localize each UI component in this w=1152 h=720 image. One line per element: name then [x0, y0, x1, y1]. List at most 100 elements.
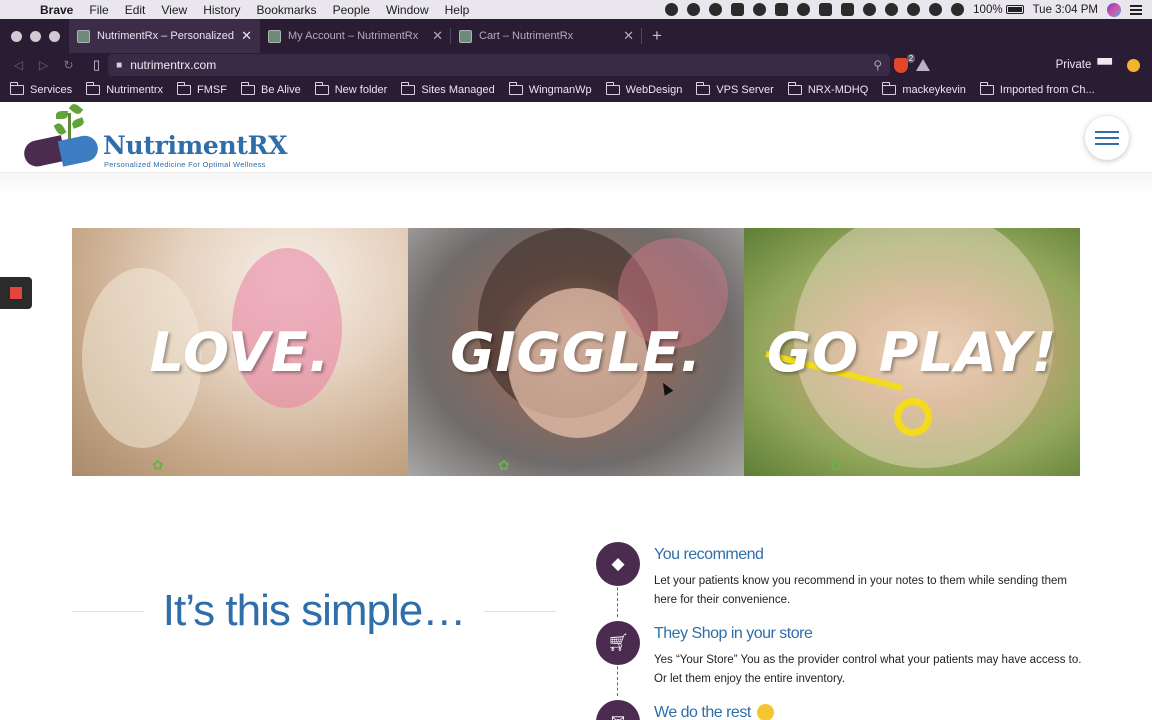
siri-icon[interactable]	[1107, 2, 1121, 17]
site-favicon-icon	[77, 29, 90, 43]
close-tab-icon[interactable]: ✕	[623, 28, 634, 44]
private-window-indicator[interactable]: Private ▀▀	[1055, 58, 1152, 72]
menu-line	[1095, 143, 1119, 145]
rewards-coin-icon[interactable]	[1127, 58, 1140, 72]
tab-nutrimentrx-home[interactable]: NutrimentRx – Personalized Med ✕	[69, 19, 260, 53]
zoom-icon[interactable]: ⚲	[873, 58, 882, 72]
sync-icon[interactable]	[709, 3, 723, 16]
menu-line	[1095, 131, 1119, 133]
bookmark-label: mackeykevin	[902, 83, 966, 96]
dropbox-icon[interactable]	[819, 3, 833, 16]
minimize-window-button[interactable]	[30, 30, 41, 42]
close-tab-icon[interactable]: ✕	[432, 28, 443, 44]
bluetooth-icon[interactable]	[907, 3, 921, 16]
menu-bookmarks[interactable]: Bookmarks	[249, 3, 325, 17]
bookmark-label: WebDesign	[625, 83, 683, 96]
mail-m-icon[interactable]	[775, 3, 789, 16]
airplay-icon[interactable]	[841, 3, 855, 16]
address-bar[interactable]: ■ nutrimentrx.com ⚲	[108, 54, 891, 76]
bookmark-folder-wingmanwp[interactable]: WingmanWp	[508, 81, 592, 96]
intro-title: It’s this simple…	[162, 586, 467, 635]
menu-line	[1095, 137, 1119, 139]
bookmark-folder-webdesign[interactable]: WebDesign	[605, 81, 683, 96]
tab-my-account[interactable]: My Account – NutrimentRx ✕	[260, 19, 451, 53]
control-center-icon[interactable]	[1130, 4, 1142, 15]
battery-status[interactable]: 100%	[973, 4, 1024, 16]
cloud-icon[interactable]	[797, 3, 811, 16]
browser-toolbar: ◁ ▷ ↻ ▯ ■ nutrimentrx.com ⚲ 2 Private ▀▀	[0, 53, 1152, 77]
url-text[interactable]: nutrimentrx.com	[130, 58, 865, 72]
hero-panel-go-play: GO PLAY! ✿	[744, 228, 1080, 476]
bookmark-folder-nutrimentrx[interactable]: Nutrimentrx	[86, 81, 164, 96]
app-menu[interactable]: Brave	[32, 3, 81, 17]
spotlight-search-icon[interactable]	[863, 3, 877, 16]
menu-file[interactable]: File	[81, 3, 116, 17]
bookmark-folder-nrx-mdhq[interactable]: NRX-MDHQ	[787, 81, 868, 96]
sprig-icon: ✿	[830, 457, 842, 473]
zoom-window-button[interactable]	[49, 30, 60, 42]
new-tab-button[interactable]: +	[652, 26, 662, 46]
shield-count-badge: 2	[906, 53, 916, 63]
reload-icon[interactable]: ↻	[56, 58, 81, 72]
site-header: NutrimentRX Personalized Medicine For Op…	[0, 102, 1152, 172]
bookmark-label: New folder	[334, 83, 388, 96]
menu-help[interactable]: Help	[437, 3, 478, 17]
forward-icon[interactable]: ▷	[31, 58, 56, 72]
brave-shields-icon[interactable]: 2	[894, 53, 916, 73]
bookmark-page-icon[interactable]: ▯	[93, 57, 100, 73]
hamburger-menu-button[interactable]	[1085, 116, 1129, 160]
sprig-icon: ✿	[498, 457, 510, 473]
bookmark-folder-new-folder[interactable]: New folder	[314, 81, 388, 96]
back-icon[interactable]: ◁	[6, 58, 31, 72]
wifi-icon[interactable]	[929, 3, 943, 16]
accessibility-icon[interactable]	[753, 3, 767, 16]
bookmark-label: Services	[30, 83, 73, 96]
folder-icon	[401, 81, 416, 95]
clock[interactable]: Tue 3:04 PM	[1033, 4, 1098, 16]
bookmark-folder-sites-managed[interactable]: Sites Managed	[401, 81, 495, 96]
bookmark-folder-vps-server[interactable]: VPS Server	[696, 81, 774, 96]
diamond-icon: ◆	[596, 542, 640, 586]
intro-section: It’s this simple…	[72, 586, 556, 636]
menu-edit[interactable]: Edit	[117, 3, 154, 17]
eyedropper-icon[interactable]	[731, 3, 745, 16]
folder-icon	[86, 81, 101, 95]
private-label: Private	[1055, 59, 1092, 71]
screen-recorder-widget[interactable]	[0, 277, 32, 309]
brave-rewards-icon[interactable]	[916, 59, 931, 71]
site-logo[interactable]: NutrimentRX Personalized Medicine For Op…	[21, 102, 292, 171]
stop-record-icon[interactable]	[10, 287, 22, 299]
logo-tagline: Personalized Medicine For Optimal Wellne…	[104, 160, 266, 169]
tab-label: NutrimentRx – Personalized Med	[97, 30, 234, 42]
hero-banner: LOVE. ✿ GIGGLE. ✿ GO PLAY! ✿	[72, 228, 1080, 476]
volume-icon[interactable]	[951, 3, 965, 16]
bookmark-folder-services[interactable]: Services	[10, 81, 73, 96]
hero-panel-love: LOVE. ✿	[72, 228, 408, 476]
bookmark-folder-imported[interactable]: Imported from Ch...	[979, 81, 1095, 96]
menu-view[interactable]: View	[153, 3, 195, 17]
bookmark-folder-be-alive[interactable]: Be Alive	[240, 81, 301, 96]
step-description: Yes “Your Store” You as the provider con…	[654, 654, 1082, 685]
bookmark-folder-mackeykevin[interactable]: mackeykevin	[882, 81, 966, 96]
screen-record-icon[interactable]	[665, 3, 679, 16]
menubar-status-area: 100% Tue 3:04 PM	[665, 2, 1152, 17]
folder-icon	[177, 81, 192, 95]
bookmark-folder-fmsf[interactable]: FMSF	[177, 81, 227, 96]
close-tab-icon[interactable]: ✕	[241, 28, 252, 44]
menu-people[interactable]: People	[325, 3, 378, 17]
tab-cart[interactable]: Cart – NutrimentRx ✕	[451, 19, 642, 53]
lock-icon[interactable]: ■	[116, 60, 122, 71]
menu-window[interactable]: Window	[378, 3, 437, 17]
os-menubar: Brave File Edit View History Bookmarks P…	[0, 0, 1152, 19]
close-window-button[interactable]	[11, 30, 22, 42]
tab-label: My Account – NutrimentRx	[288, 30, 419, 42]
browser-tab-bar: NutrimentRx – Personalized Med ✕ My Acco…	[0, 19, 1152, 53]
bookmark-label: Nutrimentrx	[106, 83, 164, 96]
private-glasses-icon: ▀▀	[1097, 59, 1112, 71]
header-divider	[0, 172, 1152, 196]
menu-history[interactable]: History	[195, 3, 248, 17]
hero-panel-giggle: GIGGLE. ✿	[408, 228, 744, 476]
step-title: We do the rest	[654, 704, 751, 720]
camera-icon[interactable]	[687, 3, 701, 16]
time-machine-icon[interactable]	[885, 3, 899, 16]
